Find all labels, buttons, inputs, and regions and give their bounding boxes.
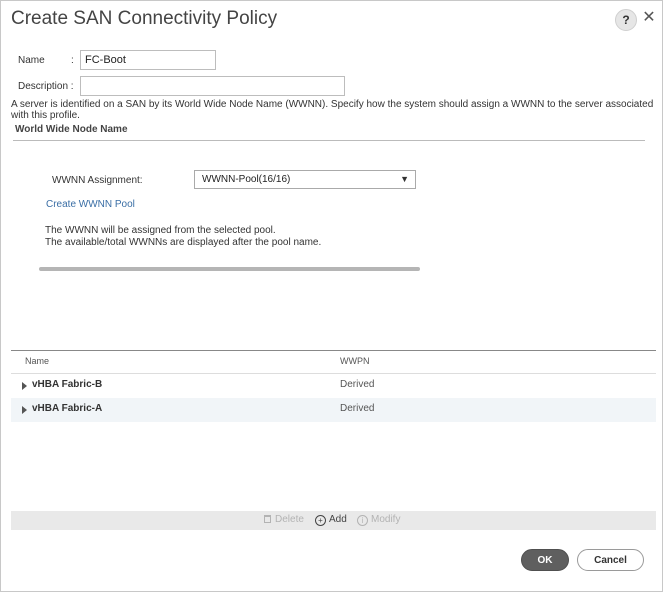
wwnn-note-line1: The WWNN will be assigned from the selec… [45, 225, 276, 236]
wwnn-note-line2: The available/total WWNNs are displayed … [45, 237, 322, 248]
wwnn-info-text: A server is identified on a SAN by its W… [11, 99, 654, 121]
trash-icon [264, 515, 271, 523]
description-input[interactable] [80, 76, 345, 96]
table-toolbar: Delete + Add i Modify [11, 511, 656, 530]
plus-icon: + [315, 515, 326, 526]
info-icon: i [357, 515, 368, 526]
table-row[interactable]: vHBA Fabric-B Derived [11, 374, 656, 398]
section-title-wwnn: World Wide Node Name [15, 124, 128, 135]
horizontal-scrollbar[interactable] [39, 267, 420, 271]
dialog-title: Create SAN Connectivity Policy [11, 8, 278, 29]
delete-button[interactable]: Delete [264, 514, 304, 525]
create-san-connectivity-policy-dialog: Create SAN Connectivity Policy ? ✕ Name … [0, 0, 663, 592]
wwnn-assignment-value: WWNN-Pool(16/16) [202, 174, 291, 185]
cancel-button[interactable]: Cancel [577, 549, 644, 571]
ok-button[interactable]: OK [521, 549, 569, 571]
modify-label: Modify [371, 514, 401, 525]
expand-triangle-icon[interactable] [22, 406, 27, 414]
wwnn-note: The WWNN will be assigned from the selec… [45, 225, 321, 249]
wwnn-assignment-label: WWNN Assignment: [52, 175, 143, 186]
vhba-name: vHBA Fabric-B [32, 379, 103, 390]
add-label: Add [329, 514, 347, 525]
name-colon: : [71, 55, 74, 66]
name-input[interactable]: FC-Boot [80, 50, 216, 70]
table-row[interactable]: vHBA Fabric-A Derived [11, 398, 656, 422]
modify-button[interactable]: i Modify [357, 514, 400, 526]
column-header-wwpn[interactable]: WWPN [340, 356, 370, 366]
vhba-wwpn: Derived [340, 379, 375, 390]
vhba-name: vHBA Fabric-A [32, 403, 103, 414]
close-icon[interactable]: ✕ [641, 10, 657, 26]
table-top-border [11, 350, 656, 351]
chevron-down-icon: ▼ [400, 174, 409, 184]
description-label: Description : [18, 81, 74, 92]
section-divider [13, 140, 645, 141]
expand-triangle-icon[interactable] [22, 382, 27, 390]
column-header-name[interactable]: Name [25, 356, 49, 366]
wwnn-assignment-select[interactable]: WWNN-Pool(16/16) ▼ [194, 170, 416, 189]
vhba-wwpn: Derived [340, 403, 375, 414]
name-label: Name [18, 55, 45, 66]
delete-label: Delete [275, 514, 304, 525]
help-icon[interactable]: ? [615, 9, 637, 31]
add-button[interactable]: + Add [315, 514, 347, 526]
create-wwnn-pool-link[interactable]: Create WWNN Pool [46, 199, 135, 210]
